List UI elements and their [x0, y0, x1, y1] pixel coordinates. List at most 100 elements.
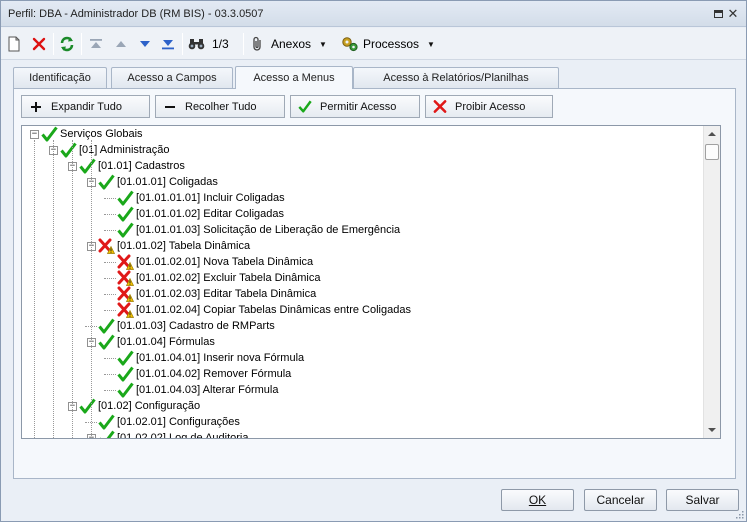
tree-node[interactable]: [01.01.02.04] Copiar Tabelas Dinâmicas e…: [117, 302, 411, 318]
new-document-icon: [8, 36, 20, 52]
tree-node[interactable]: [01.01.02.02] Excluir Tabela Dinâmica: [117, 270, 320, 286]
tree-node-label: [01.02.02] Log de Auditoria: [117, 432, 249, 439]
toolbar: 1/3 Anexos ▼ Processos ▼: [1, 28, 746, 60]
tree-node-label: [01.02.01] Configurações: [117, 416, 240, 428]
tree-node[interactable]: − [01.02] Configuração: [68, 398, 200, 414]
tab-acesso-menus[interactable]: Acesso a Menus: [235, 66, 353, 89]
dialog-window: Perfil: DBA - Administrador DB (RM BIS) …: [0, 0, 747, 522]
tree-connector: [104, 294, 116, 295]
first-record-button[interactable]: [89, 34, 103, 54]
tree-connector: [104, 198, 116, 199]
tree-node[interactable]: [01.01.04.03] Alterar Fórmula: [117, 382, 278, 398]
tree-node[interactable]: [01.01.02.03] Editar Tabela Dinâmica: [117, 286, 316, 302]
resize-grip-icon[interactable]: [736, 511, 744, 519]
tab-identificacao[interactable]: Identificação: [13, 67, 107, 88]
collapse-all-button[interactable]: Recolher Tudo: [155, 95, 285, 118]
tree-node[interactable]: − [01.01.04] Fórmulas: [87, 334, 215, 350]
checkmark-icon: [79, 398, 96, 414]
paperclip-icon: [253, 36, 261, 51]
tree-node-label: [01.01.01] Coligadas: [117, 176, 218, 188]
tree-node-label: [01.01.01.01] Incluir Coligadas: [136, 192, 285, 204]
cancel-button[interactable]: Cancelar: [584, 489, 657, 511]
allow-access-button[interactable]: Permitir Acesso: [290, 95, 420, 118]
tree-node-label: [01.01.03] Cadastro de RMParts: [117, 320, 275, 332]
tree-node[interactable]: − Serviços Globais: [30, 126, 143, 142]
tree-node[interactable]: [01.02.01] Configurações: [98, 414, 240, 430]
gears-icon: [342, 37, 358, 52]
tree-node-label: Serviços Globais: [60, 128, 143, 140]
tree-node-label: [01.01.04.02] Remover Fórmula: [136, 368, 292, 380]
refresh-icon: [60, 36, 74, 52]
ok-button[interactable]: OK: [501, 489, 574, 511]
tree-connector: [104, 214, 116, 215]
tree-node[interactable]: [01.01.01.02] Editar Coligadas: [117, 206, 284, 222]
tree-node[interactable]: − [01.02.02] Log de Auditoria: [87, 430, 249, 439]
minus-icon: [163, 100, 177, 114]
menu-access-tree[interactable]: − Serviços Globais − [01] Administração − [01…: [21, 125, 721, 439]
binoculars-icon: [188, 39, 205, 50]
window-title: Perfil: DBA - Administrador DB (RM BIS) …: [8, 7, 264, 20]
tree-connector: [104, 358, 116, 359]
next-record-button[interactable]: [138, 34, 152, 54]
tree-node[interactable]: [01.01.03] Cadastro de RMParts: [98, 318, 275, 334]
tree-node[interactable]: [01.01.01.03] Solicitação de Liberação d…: [117, 222, 400, 238]
expand-all-button[interactable]: Expandir Tudo: [21, 95, 150, 118]
tree-connector: [104, 390, 116, 391]
tree-guide-line: [34, 140, 35, 438]
tab-acesso-campos[interactable]: Acesso a Campos: [111, 67, 233, 88]
checkmark-icon: [117, 382, 134, 398]
tree-node[interactable]: − [01.01.02] Tabela Dinâmica: [87, 238, 250, 254]
search-button[interactable]: 1/3: [188, 34, 229, 54]
delete-icon: [32, 37, 46, 51]
tree-node[interactable]: [01.01.02.01] Nova Tabela Dinâmica: [117, 254, 313, 270]
checkmark-icon: [98, 334, 115, 350]
tree-node[interactable]: − [01.01] Cadastros: [68, 158, 185, 174]
denied-warning-icon: [117, 254, 134, 270]
tree-node-label: [01.01.04.03] Alterar Fórmula: [136, 384, 279, 396]
checkmark-icon: [41, 126, 58, 142]
tab-acesso-relatorios[interactable]: Acesso à Relatórios/Planilhas: [353, 67, 559, 88]
checkmark-icon: [117, 190, 134, 206]
tree-node-label: [01.01.02.03] Editar Tabela Dinâmica: [136, 288, 317, 300]
checkmark-icon: [98, 174, 115, 190]
tree-node[interactable]: [01.01.04.01] Inserir nova Fórmula: [117, 350, 304, 366]
next-record-icon: [140, 41, 150, 47]
denied-warning-icon: [117, 286, 134, 302]
checkmark-icon: [117, 206, 134, 222]
tree-node[interactable]: − [01.01.01] Coligadas: [87, 174, 218, 190]
anexos-dropdown[interactable]: Anexos ▼: [251, 34, 327, 54]
title-bar: Perfil: DBA - Administrador DB (RM BIS) …: [1, 1, 746, 27]
scroll-down-icon[interactable]: [708, 428, 716, 432]
scrollbar-thumb[interactable]: [705, 144, 719, 160]
restore-icon[interactable]: [712, 8, 724, 20]
tree-node[interactable]: [01.01.01.01] Incluir Coligadas: [117, 190, 285, 206]
checkmark-icon: [98, 414, 115, 430]
new-record-button[interactable]: [7, 34, 21, 54]
delete-record-button[interactable]: [32, 34, 46, 54]
close-icon[interactable]: ✕: [727, 7, 739, 20]
processos-dropdown[interactable]: Processos ▼: [341, 34, 435, 54]
tree-connector: [104, 230, 116, 231]
checkmark-icon: [117, 222, 134, 238]
tree-node[interactable]: [01.01.04.02] Remover Fórmula: [117, 366, 291, 382]
tree-scrollbar[interactable]: [703, 126, 720, 438]
deny-access-button[interactable]: Proibir Acesso: [425, 95, 553, 118]
checkmark-icon: [60, 142, 77, 158]
tree-node-label: [01.01.02] Tabela Dinâmica: [117, 240, 251, 252]
scroll-up-icon[interactable]: [708, 132, 716, 136]
last-record-button[interactable]: [161, 34, 175, 54]
tree-node[interactable]: − [01] Administração: [49, 142, 170, 158]
checkmark-icon: [98, 430, 115, 438]
checkmark-icon: [117, 350, 134, 366]
refresh-button[interactable]: [59, 34, 75, 54]
collapse-expander-icon[interactable]: −: [30, 129, 39, 139]
tree-node-label: [01.01.01.03] Solicitação de Liberação d…: [136, 224, 401, 236]
red-x-icon: [433, 100, 447, 114]
tree-node-label: [01.01.01.02] Editar Coligadas: [136, 208, 284, 220]
tree-node-label: [01.01.02.02] Excluir Tabela Dinâmica: [136, 272, 321, 284]
record-counter: 1/3: [212, 37, 229, 51]
save-button[interactable]: Salvar: [666, 489, 739, 511]
tree-node-label: [01.01] Cadastros: [98, 160, 185, 172]
previous-record-button[interactable]: [114, 34, 128, 54]
first-record-icon: [90, 39, 102, 48]
